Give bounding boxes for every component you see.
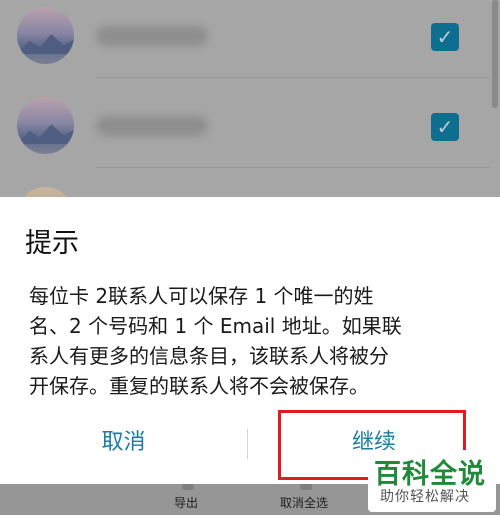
dialog-message: 每位卡 2联系人可以保存 1 个唯一的姓 名、2 个号码和 1 个 Email … bbox=[29, 284, 402, 398]
watermark-logo: 百科全说 助你轻松解决 bbox=[368, 450, 496, 512]
cancel-button[interactable]: 取消 bbox=[0, 417, 247, 469]
checkbox-checked-icon[interactable]: ✓ bbox=[431, 23, 459, 51]
divider bbox=[96, 77, 490, 78]
divider bbox=[96, 167, 490, 168]
dialog-title: 提示 bbox=[25, 228, 79, 259]
contact-name-blurred bbox=[96, 116, 208, 136]
contact-row[interactable]: ✓ bbox=[0, 80, 490, 168]
checkbox-checked-icon[interactable]: ✓ bbox=[431, 113, 459, 141]
contact-list: ✓ ✓ bbox=[0, 0, 500, 244]
export-button[interactable]: 导出 bbox=[174, 494, 198, 511]
watermark-sub-text: 助你轻松解决 bbox=[380, 489, 470, 505]
scrollbar[interactable] bbox=[492, 0, 498, 108]
contact-name-blurred bbox=[96, 26, 208, 46]
avatar bbox=[17, 97, 74, 154]
deselect-all-button[interactable]: 取消全选 bbox=[280, 494, 328, 511]
export-icon bbox=[182, 484, 194, 490]
info-dialog: 提示 每位卡 2联系人可以保存 1 个唯一的姓 名、2 个号码和 1 个 Ema… bbox=[0, 197, 500, 484]
avatar bbox=[17, 7, 74, 64]
contact-row[interactable]: ✓ bbox=[0, 0, 490, 78]
deselect-icon bbox=[300, 484, 312, 490]
